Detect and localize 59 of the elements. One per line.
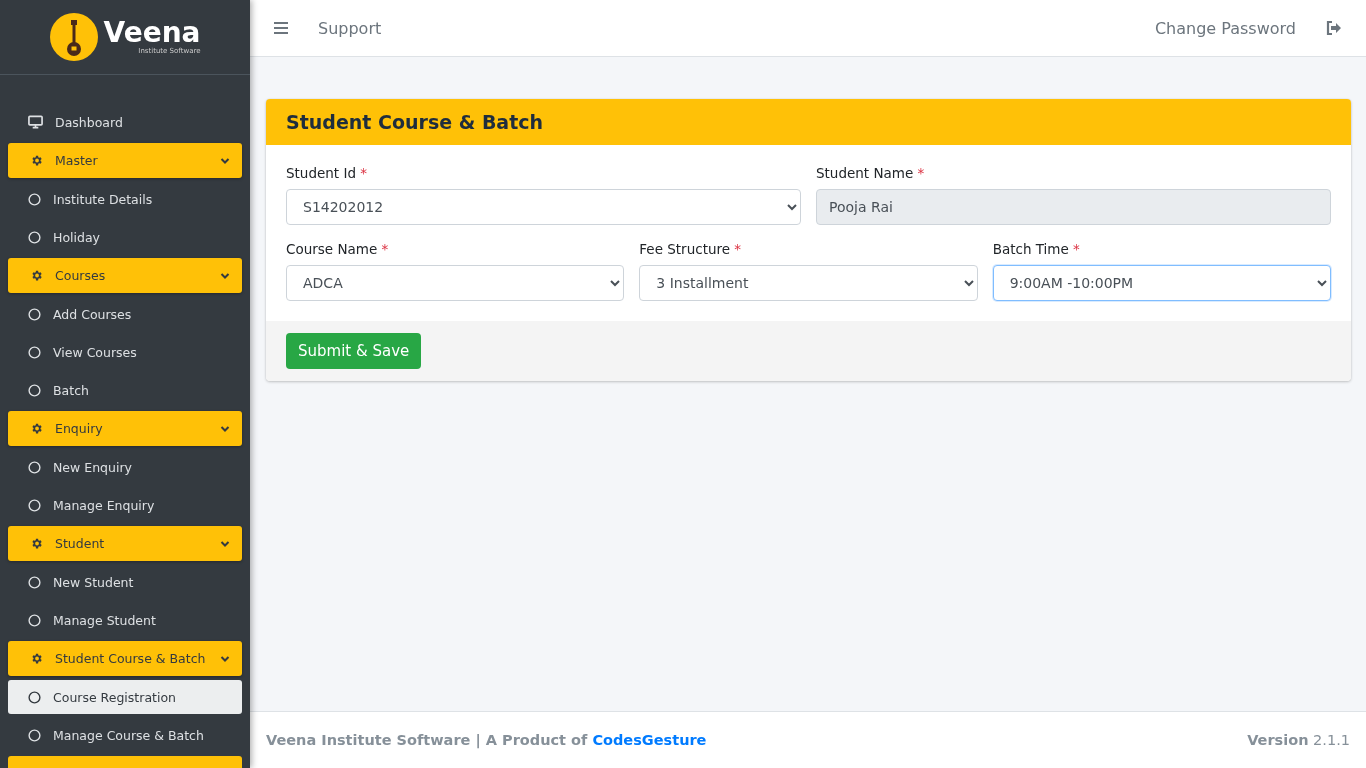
menu-group-header[interactable]: Student Course & Batch	[8, 641, 242, 676]
gear-icon	[30, 537, 43, 550]
circle-icon	[28, 230, 41, 244]
submenu-item[interactable]: Manage Student	[8, 603, 242, 637]
card-title: Student Course & Batch	[266, 99, 1351, 145]
chevron-icon	[220, 271, 230, 280]
menu-item[interactable]: Dashboard	[8, 105, 242, 139]
circle-icon	[28, 383, 41, 397]
menu-group-header[interactable]: Enquiry	[8, 411, 242, 446]
field-label: Student Name *	[816, 165, 926, 181]
circle-icon	[28, 460, 41, 474]
circle-icon	[28, 690, 41, 704]
gear-icon	[30, 652, 43, 665]
submenu-item[interactable]: New Student	[8, 565, 242, 599]
veena-logo-icon	[49, 13, 98, 61]
gear-icon	[30, 269, 43, 282]
circle-icon	[28, 498, 41, 512]
submenu-item[interactable]: New Enquiry	[8, 450, 242, 484]
circle-icon	[28, 613, 41, 627]
select-field[interactable]: 3 Installment	[639, 265, 978, 301]
menu-group-header[interactable]: Courses	[8, 258, 242, 293]
field-label: Batch Time *	[992, 241, 1081, 257]
brand-name: Veena	[103, 19, 201, 47]
chevron-icon	[220, 539, 230, 548]
gear-icon	[30, 154, 43, 167]
change-password-link[interactable]: Change Password	[1154, 18, 1296, 38]
chevron-icon	[220, 654, 230, 663]
submenu-item[interactable]: Batch	[8, 373, 242, 407]
circle-icon	[28, 307, 41, 321]
circle-icon	[28, 345, 41, 359]
select-field[interactable]: S14202012	[286, 189, 801, 225]
footer-text: Veena Institute Software | A Product of CodesGesture	[266, 732, 707, 748]
gear-icon	[30, 422, 43, 435]
footer-link[interactable]: CodesGesture	[592, 732, 707, 748]
version-text: Version 2.1.1	[1247, 732, 1350, 748]
field-label: Fee Structure *	[639, 241, 743, 257]
logout-icon[interactable]	[1326, 21, 1342, 35]
menu-group-header[interactable]: Student	[8, 526, 242, 561]
submenu-item[interactable]: Holiday	[8, 220, 242, 254]
submenu-item[interactable]: Manage Course & Batch	[8, 718, 242, 752]
submenu-item[interactable]: Course Registration	[8, 680, 242, 714]
field-label: Student Id *	[286, 165, 369, 181]
input-field[interactable]: Pooja Rai	[816, 189, 1331, 225]
menu-icon[interactable]	[274, 22, 288, 34]
submenu-item[interactable]: Institute Details	[8, 182, 242, 216]
submenu-item[interactable]: Add Courses	[8, 297, 242, 331]
circle-icon	[28, 192, 41, 206]
select-field[interactable]: ADCA	[286, 265, 625, 301]
monitor-icon	[28, 115, 43, 129]
field-label: Course Name *	[286, 241, 390, 257]
menu-group-header[interactable]: Master	[8, 143, 242, 178]
submenu-item[interactable]: View Courses	[8, 335, 242, 369]
chevron-icon	[220, 156, 230, 165]
nav-link[interactable]: Support	[318, 18, 382, 38]
circle-icon	[28, 728, 41, 742]
submenu-item[interactable]: Manage Enquiry	[8, 488, 242, 522]
select-field[interactable]: 9:00AM -10:00PM	[992, 265, 1331, 301]
circle-icon	[28, 575, 41, 589]
chevron-icon	[220, 424, 230, 433]
